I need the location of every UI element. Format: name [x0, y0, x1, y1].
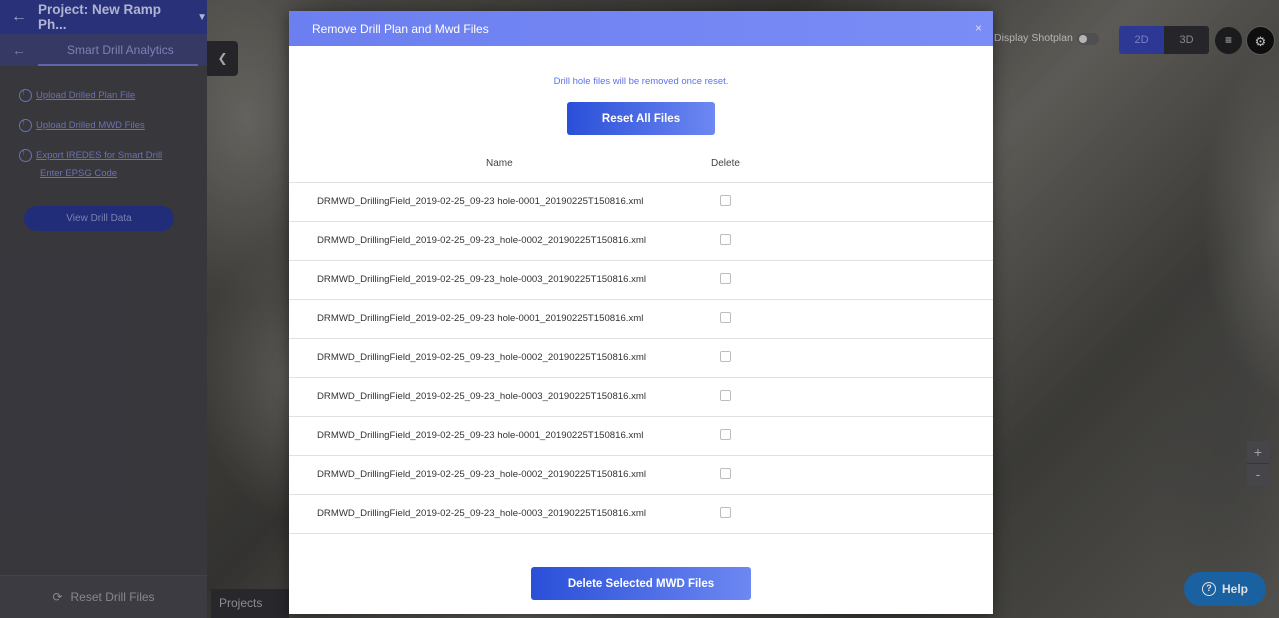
file-name: DRMWD_DrillingField_2019-02-25_09-23_hol… [317, 352, 647, 363]
delete-checkbox[interactable] [720, 234, 731, 245]
delete-checkbox[interactable] [720, 507, 731, 518]
file-name: DRMWD_DrillingField_2019-02-25_09-23 hol… [317, 313, 644, 324]
delete-checkbox[interactable] [720, 468, 731, 479]
table-row: DRMWD_DrillingField_2019-02-25_09-23 hol… [289, 183, 993, 222]
table-row: DRMWD_DrillingField_2019-02-25_09-23_hol… [289, 378, 993, 417]
table-row: DRMWD_DrillingField_2019-02-25_09-23 hol… [289, 300, 993, 339]
column-header-delete: Delete [711, 158, 740, 169]
table-row: DRMWD_DrillingField_2019-02-25_09-23 hol… [289, 417, 993, 456]
file-name: DRMWD_DrillingField_2019-02-25_09-23 hol… [317, 430, 644, 441]
remove-files-modal: Remove Drill Plan and Mwd Files × Drill … [289, 11, 993, 614]
file-name: DRMWD_DrillingField_2019-02-25_09-23_hol… [317, 391, 647, 402]
modal-header: Remove Drill Plan and Mwd Files × [289, 11, 993, 46]
modal-info-text: Drill hole files will be removed once re… [553, 76, 729, 87]
column-header-name: Name [486, 158, 513, 169]
delete-checkbox[interactable] [720, 351, 731, 362]
delete-checkbox[interactable] [720, 195, 731, 206]
file-name: DRMWD_DrillingField_2019-02-25_09-23_hol… [317, 235, 647, 246]
delete-checkbox[interactable] [720, 273, 731, 284]
delete-checkbox[interactable] [720, 429, 731, 440]
table-row: DRMWD_DrillingField_2019-02-25_09-23_hol… [289, 495, 993, 534]
table-row: DRMWD_DrillingField_2019-02-25_09-23_hol… [289, 456, 993, 495]
table-row: DRMWD_DrillingField_2019-02-25_09-23_hol… [289, 339, 993, 378]
file-name: DRMWD_DrillingField_2019-02-25_09-23_hol… [317, 469, 647, 480]
file-name: DRMWD_DrillingField_2019-02-25_09-23_hol… [317, 508, 647, 519]
close-icon[interactable]: × [975, 21, 982, 35]
file-name: DRMWD_DrillingField_2019-02-25_09-23 hol… [317, 196, 644, 207]
file-table: DRMWD_DrillingField_2019-02-25_09-23 hol… [289, 183, 993, 534]
modal-title: Remove Drill Plan and Mwd Files [312, 21, 489, 36]
table-row: DRMWD_DrillingField_2019-02-25_09-23_hol… [289, 261, 993, 300]
table-row: DRMWD_DrillingField_2019-02-25_09-23_hol… [289, 222, 993, 261]
delete-selected-mwd-button[interactable]: Delete Selected MWD Files [531, 567, 751, 600]
delete-checkbox[interactable] [720, 390, 731, 401]
table-header: Name Delete [289, 148, 993, 183]
reset-all-files-button[interactable]: Reset All Files [567, 102, 715, 135]
delete-checkbox[interactable] [720, 312, 731, 323]
file-name: DRMWD_DrillingField_2019-02-25_09-23_hol… [317, 274, 647, 285]
